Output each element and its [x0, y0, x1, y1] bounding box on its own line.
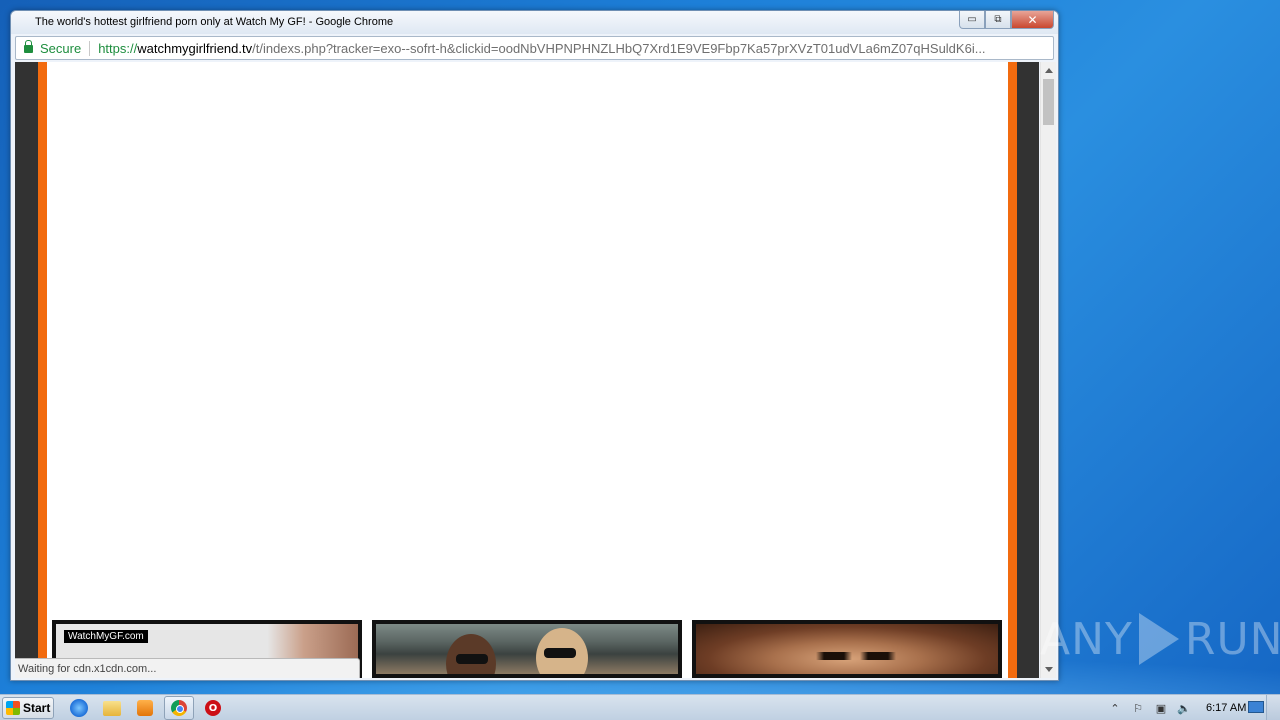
chrome-window: The world's hottest girlfriend porn only… [10, 10, 1059, 681]
video-thumbnail[interactable] [372, 620, 682, 678]
restore-button[interactable]: ⧉ [985, 11, 1011, 29]
desktop-preview-icon [1248, 701, 1264, 713]
thumbnail-detail [816, 652, 896, 660]
left-accent-border [38, 62, 47, 678]
watermark-text-right: RUN [1184, 613, 1280, 665]
window-titlebar[interactable]: The world's hottest girlfriend porn only… [11, 11, 1058, 34]
security-label[interactable]: Secure [40, 41, 81, 56]
show-desktop-button[interactable] [1266, 695, 1280, 720]
action-center-flag-icon[interactable]: ⚐ [1130, 701, 1146, 715]
watermark-text-left: ANY [1040, 613, 1133, 665]
thumbnail-image [696, 624, 998, 674]
blank-content-area [47, 62, 1008, 619]
play-icon [1138, 613, 1179, 665]
show-hidden-icons-icon[interactable]: ⌃ [1107, 701, 1123, 715]
site-watermark-label: WatchMyGF.com [64, 630, 148, 643]
status-bubble: Waiting for cdn.x1cdn.com... [15, 658, 360, 678]
right-accent-border [1008, 62, 1017, 678]
windows-logo-icon [6, 701, 20, 715]
internet-explorer-icon[interactable] [70, 699, 88, 717]
file-explorer-icon[interactable] [103, 701, 121, 716]
close-button[interactable]: ✕ [1011, 11, 1054, 29]
taskbar: Start O ⌃ ⚐ ▣ 🔈 6:17 AM [0, 694, 1280, 720]
minimize-button[interactable]: ▭ [959, 11, 985, 29]
scroll-up-icon[interactable] [1045, 68, 1053, 73]
page-content: WatchMyGF.com Waiting for cdn.x1cdn.com.… [15, 62, 1039, 678]
chrome-icon [171, 700, 187, 716]
media-player-icon[interactable] [137, 700, 153, 716]
url-path[interactable]: /t/indexs.php?tracker=exo--sofrt-h&click… [252, 41, 985, 56]
lock-icon[interactable] [24, 40, 33, 53]
url-scheme[interactable]: https:// [98, 41, 137, 56]
network-icon[interactable]: ▣ [1153, 701, 1169, 715]
opera-icon[interactable]: O [205, 700, 221, 716]
taskbar-chrome-button[interactable] [164, 696, 194, 720]
start-button[interactable]: Start [2, 697, 54, 719]
clock[interactable]: 6:17 AM [1206, 702, 1246, 714]
system-tray: ⌃ ⚐ ▣ 🔈 6:17 AM [1100, 695, 1280, 720]
thumbnail-detail [456, 654, 488, 664]
scrollbar-thumb[interactable] [1043, 79, 1054, 125]
vertical-scrollbar[interactable] [1040, 62, 1056, 678]
anyrun-watermark: ANY RUN [1040, 607, 1280, 671]
address-separator [89, 40, 91, 56]
volume-icon[interactable]: 🔈 [1176, 701, 1192, 715]
thumbnail-image [376, 624, 678, 674]
start-label: Start [23, 701, 51, 715]
window-title: The world's hottest girlfriend porn only… [35, 16, 394, 28]
window-controls: ▭ ⧉ ✕ [959, 11, 1054, 29]
address-bar[interactable]: Secure https:// watchmygirlfriend.tv /t/… [15, 36, 1054, 60]
url-host[interactable]: watchmygirlfriend.tv [137, 41, 252, 56]
thumbnail-detail [544, 648, 576, 658]
video-thumbnail[interactable] [692, 620, 1002, 678]
